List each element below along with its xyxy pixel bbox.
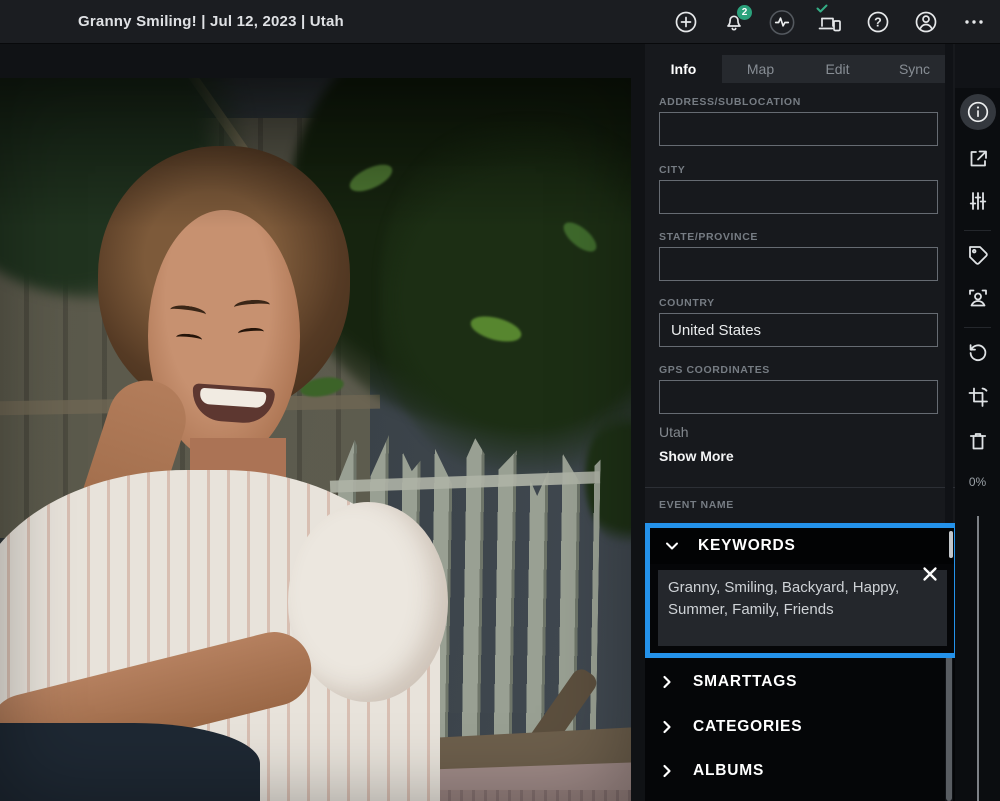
help-icon: ? xyxy=(865,9,891,35)
field-address: ADDRESS/SUBLOCATION xyxy=(645,96,955,108)
chevron-right-icon xyxy=(660,674,674,690)
categories-label: CATEGORIES xyxy=(693,718,802,736)
section-categories[interactable]: CATEGORIES xyxy=(645,707,941,747)
photo-title: Granny Smiling! | Jul 12, 2023 | Utah xyxy=(78,13,344,30)
panel-scrollbar[interactable] xyxy=(945,44,953,801)
trash-icon xyxy=(966,429,990,453)
activity-button[interactable] xyxy=(766,4,798,40)
keywords-title: KEYWORDS xyxy=(698,537,796,555)
top-bar: Granny Smiling! | Jul 12, 2023 | Utah 2 xyxy=(0,0,1000,44)
field-city: CITY xyxy=(645,164,955,176)
field-country: COUNTRY xyxy=(645,297,955,309)
adjustments-button[interactable] xyxy=(955,183,1000,219)
address-input[interactable] xyxy=(659,112,938,146)
delete-button[interactable] xyxy=(955,423,1000,459)
clear-keywords-button[interactable] xyxy=(918,562,942,589)
zoom-slider-track[interactable] xyxy=(977,516,979,801)
photo-viewer xyxy=(0,44,645,801)
tab-edit[interactable]: Edit xyxy=(799,55,876,83)
right-toolbar: 0% xyxy=(955,88,1000,801)
tag-icon xyxy=(966,243,990,267)
face-recognition-button[interactable] xyxy=(955,280,1000,316)
toolbar-separator xyxy=(964,327,991,328)
country-input[interactable] xyxy=(659,313,938,347)
open-external-icon xyxy=(966,147,990,171)
more-button[interactable] xyxy=(958,4,990,40)
albums-label: ALBUMS xyxy=(693,762,764,780)
panel-divider xyxy=(645,487,955,488)
chevron-right-icon xyxy=(660,763,674,779)
add-button[interactable] xyxy=(670,4,702,40)
notifications-button[interactable]: 2 xyxy=(718,4,750,40)
tag-button[interactable] xyxy=(955,237,1000,273)
section-albums[interactable]: ALBUMS xyxy=(645,751,941,791)
main-area: Info Map Edit Sync ADDRESS/SUBLOCATION C… xyxy=(0,44,1000,801)
field-state: STATE/PROVINCE xyxy=(645,231,955,243)
address-label: ADDRESS/SUBLOCATION xyxy=(659,96,955,108)
crop-rotate-icon xyxy=(966,385,990,409)
state-label: STATE/PROVINCE xyxy=(659,231,955,243)
tab-sync[interactable]: Sync xyxy=(876,55,953,83)
tab-map[interactable]: Map xyxy=(722,55,799,83)
keywords-scrollbar-thumb[interactable] xyxy=(949,531,953,558)
country-label: COUNTRY xyxy=(659,297,955,309)
city-input[interactable] xyxy=(659,180,938,214)
city-label: CITY xyxy=(659,164,955,176)
rotate-button[interactable] xyxy=(955,335,1000,371)
app-window: Granny Smiling! | Jul 12, 2023 | Utah 2 xyxy=(0,0,1000,801)
tab-info[interactable]: Info xyxy=(645,55,722,83)
account-icon xyxy=(913,9,939,35)
top-bar-actions: 2 ? xyxy=(670,0,990,44)
show-more-link[interactable]: Show More xyxy=(659,448,734,464)
gps-label: GPS COORDINATES xyxy=(659,364,955,376)
keywords-header[interactable]: KEYWORDS xyxy=(650,528,954,564)
info-panel: Info Map Edit Sync ADDRESS/SUBLOCATION C… xyxy=(645,44,955,801)
keywords-section: KEYWORDS Granny, Smiling, Backyard, Happ… xyxy=(645,523,959,658)
chevron-right-icon xyxy=(660,719,674,735)
photo xyxy=(0,78,631,801)
info-button[interactable] xyxy=(955,94,1000,130)
close-icon xyxy=(920,564,940,584)
keywords-input[interactable]: Granny, Smiling, Backyard, Happy, Summer… xyxy=(658,570,947,646)
info-icon xyxy=(965,99,991,125)
rotate-icon xyxy=(966,341,990,365)
section-smarttags[interactable]: SMARTTAGS xyxy=(645,662,941,702)
devices-sync-button[interactable] xyxy=(814,4,846,40)
panel-scrollbar-thumb[interactable] xyxy=(946,651,952,801)
sync-complete-check-icon xyxy=(816,4,828,13)
activity-icon xyxy=(766,6,798,39)
svg-text:?: ? xyxy=(874,16,882,30)
smarttags-label: SMARTTAGS xyxy=(693,673,797,691)
help-button[interactable]: ? xyxy=(862,4,894,40)
ellipsis-icon xyxy=(963,9,985,35)
gps-input[interactable] xyxy=(659,380,938,414)
notification-badge: 2 xyxy=(737,5,752,20)
panel-tabs: Info Map Edit Sync xyxy=(645,55,953,83)
open-external-button[interactable] xyxy=(955,141,1000,177)
face-recognition-icon xyxy=(966,286,990,310)
location-hint: Utah xyxy=(659,424,689,440)
adjustments-icon xyxy=(966,189,990,213)
field-gps: GPS COORDINATES xyxy=(645,364,955,376)
zoom-level-label: 0% xyxy=(955,475,1000,489)
toolbar-separator xyxy=(964,230,991,231)
crop-rotate-button[interactable] xyxy=(955,379,1000,415)
chevron-down-icon xyxy=(664,538,680,554)
plus-circle-icon xyxy=(673,9,699,35)
account-button[interactable] xyxy=(910,4,942,40)
event-name-label: EVENT NAME xyxy=(659,499,734,511)
state-input[interactable] xyxy=(659,247,938,281)
